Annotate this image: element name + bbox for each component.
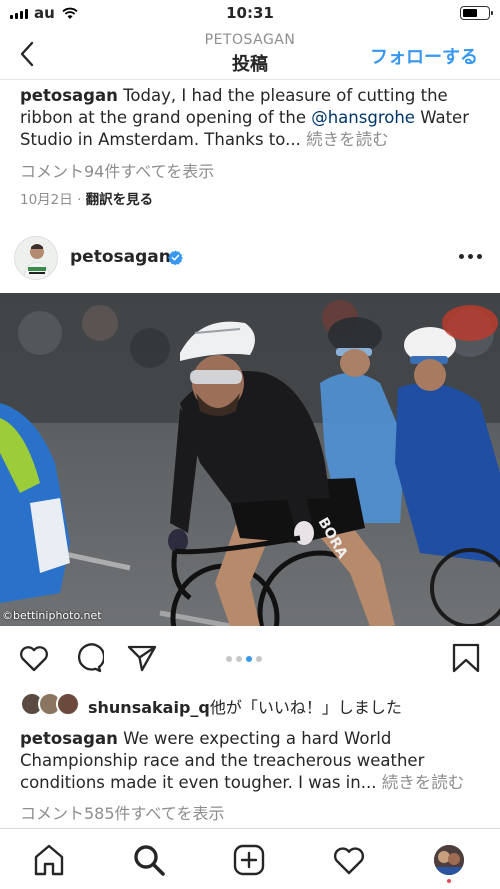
comment-icon[interactable]	[72, 642, 104, 674]
status-time: 10:31	[226, 4, 274, 22]
action-bar	[0, 638, 500, 682]
caption-mention[interactable]: @hansgrohe	[311, 108, 415, 127]
paper-plane-icon[interactable]	[126, 642, 158, 674]
profile-icon[interactable]	[434, 845, 464, 875]
carousel-dot	[256, 656, 262, 662]
prev-post-caption: petosagan Today, I had the pleasure of c…	[20, 85, 482, 151]
heart-icon[interactable]	[18, 642, 50, 674]
post-header: petosagan	[0, 232, 500, 288]
likes-text: shunsakaip_q他が「いいね！」しました	[88, 694, 402, 718]
post-photo[interactable]: BORA ©bettiniphoto.net	[0, 293, 500, 626]
post-date-row: 10月2日 · 翻訳を見る	[20, 188, 153, 208]
battery-icon	[460, 6, 493, 20]
view-comments-link[interactable]: コメント94件すべてを表示	[20, 158, 214, 182]
post-caption: petosagan We were expecting a hard World…	[20, 728, 482, 794]
likes-suffix: 他が「いいね！」しました	[209, 698, 402, 717]
read-more-link[interactable]: 続きを読む	[301, 130, 389, 149]
avatar-image	[15, 237, 57, 279]
caption-username[interactable]: petosagan	[20, 86, 118, 105]
photo-credit: ©bettiniphoto.net	[2, 609, 102, 622]
notification-dot	[447, 879, 451, 883]
battery-level	[463, 9, 477, 17]
more-options-icon[interactable]	[459, 254, 482, 259]
nav-bar: PETOSAGAN 投稿 フォローする	[0, 28, 500, 80]
post-date: 10月2日	[20, 192, 73, 208]
verified-badge-icon	[168, 250, 183, 265]
profile-avatar-image	[434, 845, 464, 875]
add-icon[interactable]	[232, 843, 266, 877]
follow-button[interactable]: フォローする	[370, 43, 478, 69]
cycling-photo: BORA	[0, 293, 500, 626]
search-icon[interactable]	[132, 843, 166, 877]
status-bar: au 10:31	[0, 0, 500, 28]
translate-link[interactable]: 翻訳を見る	[86, 192, 154, 208]
heart-icon[interactable]	[332, 843, 366, 877]
read-more-link[interactable]: 続きを読む	[376, 773, 465, 792]
view-comments-link[interactable]: コメント585件すべてを表示	[20, 800, 224, 824]
bookmark-icon[interactable]	[450, 642, 482, 674]
carousel-indicator	[226, 656, 262, 662]
caption-username[interactable]: petosagan	[20, 729, 118, 748]
avatar	[56, 692, 80, 716]
liker-avatars	[20, 692, 82, 716]
post-username[interactable]: petosagan	[70, 247, 171, 267]
carousel-dot	[236, 656, 242, 662]
carousel-dot	[226, 656, 232, 662]
tab-bar	[0, 828, 500, 889]
likes-username[interactable]: shunsakaip_q	[88, 698, 210, 717]
avatar[interactable]	[14, 236, 58, 280]
carousel-dot	[246, 656, 252, 662]
date-separator: ·	[72, 192, 86, 208]
likes-row[interactable]: shunsakaip_q他が「いいね！」しました	[20, 692, 490, 718]
home-icon[interactable]	[32, 843, 66, 877]
